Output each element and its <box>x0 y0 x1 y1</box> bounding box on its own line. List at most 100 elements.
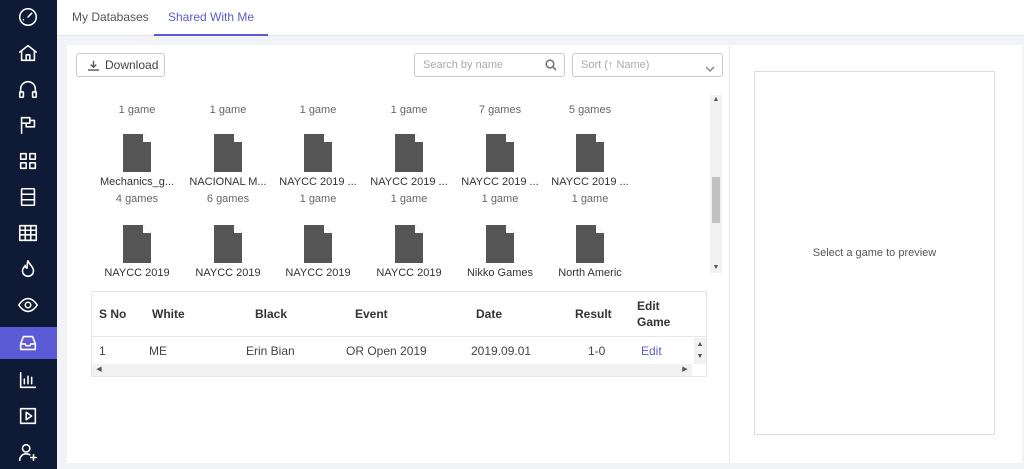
database-tile[interactable]: NAYCC 2019 <box>183 225 273 276</box>
database-count: 1 game <box>481 193 519 205</box>
play-icon[interactable] <box>13 401 43 431</box>
preview-placeholder: Select a game to preview <box>812 247 937 259</box>
file-icon <box>395 134 423 172</box>
cell-result: 1-0 <box>588 344 606 358</box>
grid-icon[interactable] <box>13 146 43 176</box>
file-icon <box>486 225 514 263</box>
database-count: 7 games <box>478 104 522 116</box>
database-count: 5 games <box>568 104 612 116</box>
column-header-white[interactable]: White <box>152 307 185 321</box>
database-name: NAYCC 2019 <box>285 267 351 276</box>
database-name: North Americ <box>558 267 622 276</box>
download-button[interactable]: Download <box>76 53 165 77</box>
database-name: NACIONAL M... <box>189 176 267 188</box>
database-name: NAYCC 2019 ... <box>279 176 357 188</box>
database-count: 1 game <box>118 104 156 116</box>
header-divider <box>92 336 706 337</box>
edit-link[interactable]: Edit <box>641 344 662 358</box>
database-tile[interactable]: North Americ <box>545 225 635 276</box>
scrollbar-thumb[interactable] <box>712 177 720 223</box>
inbox-icon[interactable] <box>13 328 43 358</box>
database-name: NAYCC 2019 ... <box>461 176 539 188</box>
file-icon <box>123 225 151 263</box>
table-icon[interactable] <box>13 218 43 248</box>
sort-dropdown[interactable]: Sort (↑ Name) <box>572 53 723 77</box>
file-icon <box>486 134 514 172</box>
database-count: 4 games <box>115 193 159 205</box>
speedometer-icon[interactable] <box>13 2 43 32</box>
sort-label: Sort (↑ Name) <box>581 59 650 71</box>
games-table: S No White Black Event Date Result Edit … <box>91 291 707 377</box>
search-input[interactable] <box>423 54 543 76</box>
headphones-icon[interactable] <box>13 74 43 104</box>
download-label: Download <box>105 58 159 72</box>
server-icon[interactable] <box>13 182 43 212</box>
column-header-game[interactable]: Game <box>637 315 670 329</box>
column-header-date[interactable]: Date <box>476 307 502 321</box>
database-tile[interactable]: NAYCC 2019 ... 1 game <box>545 134 635 205</box>
database-tile[interactable]: Mechanics_g... 4 games <box>92 134 182 205</box>
cell-date: 2019.09.01 <box>471 344 532 358</box>
file-icon <box>214 134 242 172</box>
bar-chart-icon[interactable] <box>13 365 43 395</box>
database-name: NAYCC 2019 ... <box>551 176 629 188</box>
user-plus-icon[interactable] <box>13 437 43 467</box>
search-box[interactable] <box>414 53 565 77</box>
scroll-down-arrow-icon[interactable]: ▼ <box>694 352 706 362</box>
database-name: NAYCC 2019 ... <box>370 176 448 188</box>
download-icon <box>88 60 99 71</box>
file-icon <box>304 225 332 263</box>
database-tile[interactable]: NAYCC 2019 <box>364 225 454 276</box>
database-name: Mechanics_g... <box>100 176 174 188</box>
database-tile[interactable]: Nikko Games <box>455 225 545 276</box>
column-header-event[interactable]: Event <box>355 307 388 321</box>
database-tile[interactable]: NAYCC 2019 ... 1 game <box>273 134 363 205</box>
file-icon <box>576 225 604 263</box>
game-preview-panel: Select a game to preview <box>754 71 995 435</box>
database-name: NAYCC 2019 <box>376 267 442 276</box>
scroll-down-arrow-icon[interactable]: ▼ <box>710 263 722 273</box>
database-name: NAYCC 2019 <box>195 267 261 276</box>
cell-black: Erin Bian <box>246 344 295 358</box>
database-count: 1 game <box>299 193 337 205</box>
panel-divider <box>729 45 730 463</box>
scroll-left-arrow-icon[interactable]: ◀ <box>94 364 104 376</box>
table-vertical-scrollbar[interactable]: ▲ ▼ <box>694 338 706 364</box>
eye-icon[interactable] <box>13 290 43 320</box>
database-count: 1 game <box>390 104 428 116</box>
home-icon[interactable] <box>13 38 43 68</box>
table-horizontal-scrollbar[interactable]: ◀ ▶ <box>92 364 692 376</box>
database-tile[interactable]: NAYCC 2019 <box>92 225 182 276</box>
flame-icon[interactable] <box>13 254 43 284</box>
database-count: 1 game <box>571 193 609 205</box>
tab-shared-with-me[interactable]: Shared With Me <box>154 0 269 36</box>
top-tab-bar: My Databases Shared With Me <box>57 0 1024 36</box>
database-grid: 1 game 1 game 1 game 1 game 7 games 5 ga… <box>76 88 709 276</box>
cell-sno: 1 <box>99 344 106 358</box>
database-tile[interactable]: NAYCC 2019 <box>273 225 363 276</box>
scroll-right-arrow-icon[interactable]: ▶ <box>680 364 690 376</box>
database-tile[interactable]: NAYCC 2019 ... 1 game <box>455 134 545 205</box>
scroll-up-arrow-icon[interactable]: ▲ <box>710 95 722 105</box>
column-header-black[interactable]: Black <box>255 307 287 321</box>
column-header-edit[interactable]: Edit <box>637 299 660 313</box>
database-count: 1 game <box>390 193 428 205</box>
flag-icon[interactable] <box>13 110 43 140</box>
column-header-sno[interactable]: S No <box>99 307 126 321</box>
database-count: 6 games <box>206 193 250 205</box>
file-icon <box>395 225 423 263</box>
database-tile[interactable]: NAYCC 2019 ... 1 game <box>364 134 454 205</box>
database-name: NAYCC 2019 <box>104 267 170 276</box>
file-icon <box>576 134 604 172</box>
cell-event: OR Open 2019 <box>346 344 427 358</box>
tab-my-databases[interactable]: My Databases <box>72 0 149 36</box>
database-count: 1 game <box>299 104 337 116</box>
scroll-up-arrow-icon[interactable]: ▲ <box>694 340 706 350</box>
database-tile[interactable]: NACIONAL M... 6 games <box>183 134 273 205</box>
grid-scrollbar[interactable]: ▲ ▼ <box>710 95 722 273</box>
column-header-result[interactable]: Result <box>575 307 612 321</box>
file-icon <box>304 134 332 172</box>
chevron-down-icon <box>705 60 715 73</box>
search-icon[interactable] <box>545 59 557 71</box>
database-name: Nikko Games <box>466 267 534 276</box>
